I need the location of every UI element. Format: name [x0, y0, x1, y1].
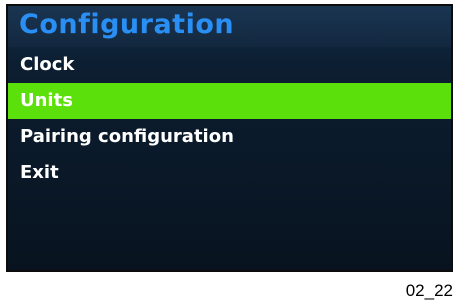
- menu-item-clock[interactable]: Clock: [8, 47, 451, 83]
- title-bar: Configuration: [8, 6, 451, 47]
- device-screen: Configuration Clock Units Pairing config…: [6, 4, 453, 272]
- menu-item-exit[interactable]: Exit: [8, 155, 451, 191]
- screen-title: Configuration: [19, 9, 235, 40]
- menu-item-units[interactable]: Units: [8, 83, 451, 119]
- configuration-menu: Clock Units Pairing configuration Exit: [8, 47, 451, 191]
- menu-item-pairing-configuration[interactable]: Pairing configuration: [8, 119, 451, 155]
- figure-caption: 02_22: [405, 281, 453, 300]
